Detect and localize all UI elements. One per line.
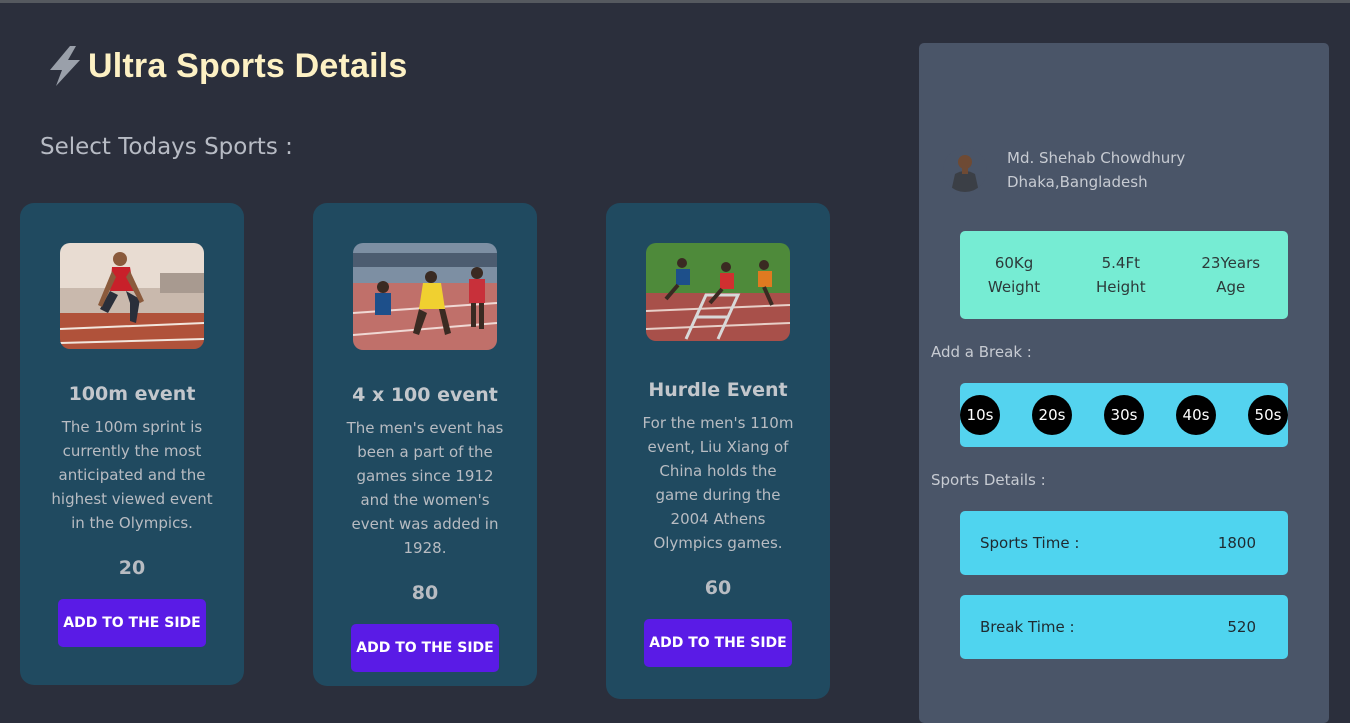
add-break-label: Add a Break :: [931, 343, 1032, 361]
select-sports-heading: Select Todays Sports :: [40, 134, 293, 160]
hurdle-race-image: [646, 243, 790, 341]
break-20s-button[interactable]: 20s: [1032, 395, 1072, 435]
card-title: 4 x 100 event: [352, 384, 498, 406]
card-description: The 100m sprint is currently the most an…: [51, 418, 213, 532]
stat-label: Weight: [987, 278, 1041, 296]
profile-name: Md. Shehab Chowdhury: [1007, 149, 1186, 167]
add-to-side-button[interactable]: ADD TO THE SIDE: [644, 619, 792, 667]
brand: Ultra Sports Details: [44, 44, 408, 88]
break-options: 10s 20s 30s 40s 50s: [960, 383, 1288, 447]
sports-time-row: Sports Time : 1800: [960, 511, 1288, 575]
relay-race-image: [353, 243, 497, 350]
profile-info: Md. Shehab Chowdhury Dhaka,Bangladesh: [1007, 146, 1185, 194]
card-title: 100m event: [68, 383, 196, 405]
add-to-side-button[interactable]: ADD TO THE SIDE: [351, 624, 499, 672]
stat-value: 23Years: [1201, 254, 1261, 272]
stat-value: 5.4Ft: [1101, 254, 1140, 272]
sidebar: Md. Shehab Chowdhury Dhaka,Bangladesh 60…: [919, 43, 1329, 723]
profile: Md. Shehab Chowdhury Dhaka,Bangladesh: [943, 146, 1185, 194]
card-time: 80: [411, 582, 439, 604]
break-time-label: Break Time :: [980, 618, 1075, 636]
stat-value: 60Kg: [994, 254, 1034, 272]
sprinter-start-image: [60, 243, 204, 349]
break-time-value: 520: [1227, 618, 1256, 636]
card-time: 60: [704, 577, 732, 599]
sport-card-hurdle: Hurdle Event For the men's 110m event, L…: [606, 203, 830, 699]
card-time: 20: [118, 557, 146, 579]
profile-location: Dhaka,Bangladesh: [1007, 173, 1148, 191]
sports-details-label: Sports Details :: [931, 471, 1046, 489]
avatar: [943, 148, 987, 192]
break-50s-button[interactable]: 50s: [1248, 395, 1288, 435]
page-title: Ultra Sports Details: [88, 46, 408, 85]
sports-time-value: 1800: [1217, 534, 1256, 552]
stat-label: Age: [1216, 278, 1246, 296]
break-10s-button[interactable]: 10s: [960, 395, 1000, 435]
break-30s-button[interactable]: 30s: [1104, 395, 1144, 435]
lightning-bolt-icon: [50, 46, 80, 86]
card-description: For the men's 110m event, Liu Xiang of C…: [642, 414, 794, 552]
card-description: The men's event has been a part of the g…: [346, 419, 504, 557]
break-40s-button[interactable]: 40s: [1176, 395, 1216, 435]
sport-card-100m: 100m event The 100m sprint is currently …: [20, 203, 244, 685]
stat-weight: 60Kg Weight: [988, 251, 1040, 299]
add-to-side-button[interactable]: ADD TO THE SIDE: [58, 599, 206, 647]
body-stats: 60Kg Weight 5.4Ft Height 23Years Age: [960, 231, 1288, 319]
window-top-border: [0, 0, 1350, 3]
sports-time-label: Sports Time :: [980, 534, 1080, 552]
break-time-row: Break Time : 520: [960, 595, 1288, 659]
sport-card-relay: 4 x 100 event The men's event has been a…: [313, 203, 537, 686]
stat-age: 23Years Age: [1201, 251, 1260, 299]
stat-label: Height: [1095, 278, 1146, 296]
stat-height: 5.4Ft Height: [1096, 251, 1146, 299]
card-title: Hurdle Event: [648, 379, 788, 401]
